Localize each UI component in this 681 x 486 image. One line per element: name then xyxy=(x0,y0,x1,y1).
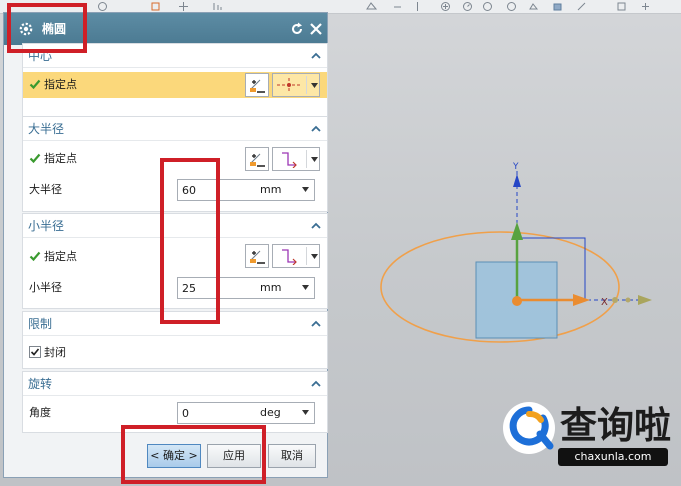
minor-radius-label: 小半径 xyxy=(29,281,62,294)
dropdown-arrow-icon[interactable] xyxy=(302,285,309,291)
chevron-up-icon[interactable] xyxy=(310,318,322,330)
select-divider xyxy=(306,247,307,265)
chevron-up-icon[interactable] xyxy=(310,123,322,135)
x-axis-label: X xyxy=(601,297,608,308)
select-divider xyxy=(306,76,307,94)
toolbar-icon[interactable] xyxy=(576,1,587,12)
section-center: 中心 指定点 xyxy=(22,43,328,123)
toolbar-icon[interactable] xyxy=(97,1,108,12)
angle-label: 角度 xyxy=(29,406,51,419)
section-minor-header[interactable]: 小半径 xyxy=(23,214,327,238)
angle-unit-select[interactable]: deg xyxy=(254,403,314,423)
section-rotation-header[interactable]: 旋转 xyxy=(23,372,327,396)
dropdown-arrow-icon[interactable] xyxy=(311,254,318,260)
toolbar-icon[interactable] xyxy=(462,1,473,12)
toolbar-icon[interactable] xyxy=(552,1,563,12)
vector-type-select[interactable] xyxy=(272,147,320,171)
checkmark-icon xyxy=(29,79,41,90)
minor-point-label: 指定点 xyxy=(44,250,77,263)
chevron-up-icon[interactable] xyxy=(310,220,322,232)
watermark-url: chaxunla.com xyxy=(558,448,668,466)
origin-point xyxy=(512,296,522,306)
x-axis-end-arrow xyxy=(638,295,652,305)
toolbar-icon[interactable] xyxy=(482,1,493,12)
point-dialog-button[interactable] xyxy=(245,244,269,268)
closed-label: 封闭 xyxy=(44,346,66,359)
closed-checkbox[interactable] xyxy=(29,346,41,358)
orange-handle-arrow xyxy=(573,294,590,306)
major-point-label: 指定点 xyxy=(44,152,77,165)
angle-input[interactable] xyxy=(182,406,242,420)
section-limit-title: 限制 xyxy=(28,317,53,331)
ellipse-dialog: 椭圆 中心 指定点 大半径 指定点 大半径 60 mm 小半径 指定点 小半径 … xyxy=(3,12,328,478)
angle-unit-value: deg xyxy=(260,406,281,419)
section-minor-radius: 小半径 指定点 小半径 mm xyxy=(22,213,328,309)
select-divider xyxy=(306,150,307,168)
point-type-select[interactable] xyxy=(272,73,320,97)
toolbar-icon[interactable] xyxy=(440,1,451,12)
dropdown-arrow-icon[interactable] xyxy=(302,410,309,416)
center-point-label: 指定点 xyxy=(44,78,77,91)
minor-radius-input[interactable] xyxy=(182,281,242,295)
chevron-up-icon[interactable] xyxy=(310,378,322,390)
point-dialog-button[interactable] xyxy=(245,73,269,97)
toolbar-icon[interactable] xyxy=(506,1,517,12)
minor-radius-field[interactable]: mm xyxy=(177,277,315,299)
major-unit-value: mm xyxy=(260,183,282,196)
toolbar-icon[interactable] xyxy=(178,1,189,12)
vector-type-select[interactable] xyxy=(272,244,320,268)
major-radius-input[interactable] xyxy=(182,183,242,197)
section-center-header[interactable]: 中心 xyxy=(23,44,327,68)
chevron-up-icon[interactable] xyxy=(310,50,322,62)
section-center-title: 中心 xyxy=(28,49,53,63)
section-major-radius: 大半径 指定点 大半径 mm xyxy=(22,116,328,212)
green-handle-arrow xyxy=(511,222,523,240)
toolbar-icon[interactable] xyxy=(366,1,377,12)
toolbar-icon[interactable] xyxy=(412,1,423,12)
ok-button[interactable]: < 确定 > xyxy=(147,444,201,468)
point-dialog-button[interactable] xyxy=(245,147,269,171)
toolbar-icon[interactable] xyxy=(528,1,539,12)
dialog-title: 椭圆 xyxy=(42,22,67,36)
y-axis-label: Y xyxy=(512,162,519,172)
y-axis-arrowhead xyxy=(513,174,521,187)
dialog-title-bar: 椭圆 xyxy=(4,13,327,45)
x-axis-point xyxy=(625,297,631,303)
dropdown-arrow-icon[interactable] xyxy=(302,187,309,193)
toolbar-icon[interactable] xyxy=(212,1,223,12)
x-axis-point xyxy=(612,297,618,303)
toolbar-icon[interactable] xyxy=(640,1,651,12)
section-limit: 限制 封闭 xyxy=(22,311,328,369)
section-limit-header[interactable]: 限制 xyxy=(23,312,327,336)
major-radius-label: 大半径 xyxy=(29,183,62,196)
checkbox-check-icon xyxy=(30,348,40,356)
minor-unit-select[interactable]: mm xyxy=(254,278,314,298)
section-rotation: 旋转 角度 deg xyxy=(22,371,328,433)
checkmark-icon xyxy=(29,153,41,164)
major-unit-select[interactable]: mm xyxy=(254,180,314,200)
angle-field[interactable]: deg xyxy=(177,402,315,424)
watermark-logo xyxy=(503,402,555,454)
cancel-button[interactable]: 取消 xyxy=(268,444,316,468)
section-major-title: 大半径 xyxy=(28,122,65,136)
gear-icon[interactable] xyxy=(18,21,34,37)
close-icon[interactable] xyxy=(308,21,324,37)
toolbar-icon[interactable] xyxy=(150,1,161,12)
dropdown-arrow-icon[interactable] xyxy=(311,83,318,89)
apply-button[interactable]: 应用 xyxy=(207,444,261,468)
section-minor-title: 小半径 xyxy=(28,219,65,233)
toolbar-icon[interactable] xyxy=(392,1,403,12)
major-radius-field[interactable]: mm xyxy=(177,179,315,201)
toolbar-icon[interactable] xyxy=(616,1,627,12)
section-major-header[interactable]: 大半径 xyxy=(23,117,327,141)
reset-icon[interactable] xyxy=(289,21,305,37)
minor-unit-value: mm xyxy=(260,281,282,294)
watermark-title: 查询啦 xyxy=(560,403,671,447)
checkmark-icon xyxy=(29,251,41,262)
closed-row[interactable]: 封闭 xyxy=(23,340,327,366)
section-rotation-title: 旋转 xyxy=(28,377,53,391)
dropdown-arrow-icon[interactable] xyxy=(311,157,318,163)
